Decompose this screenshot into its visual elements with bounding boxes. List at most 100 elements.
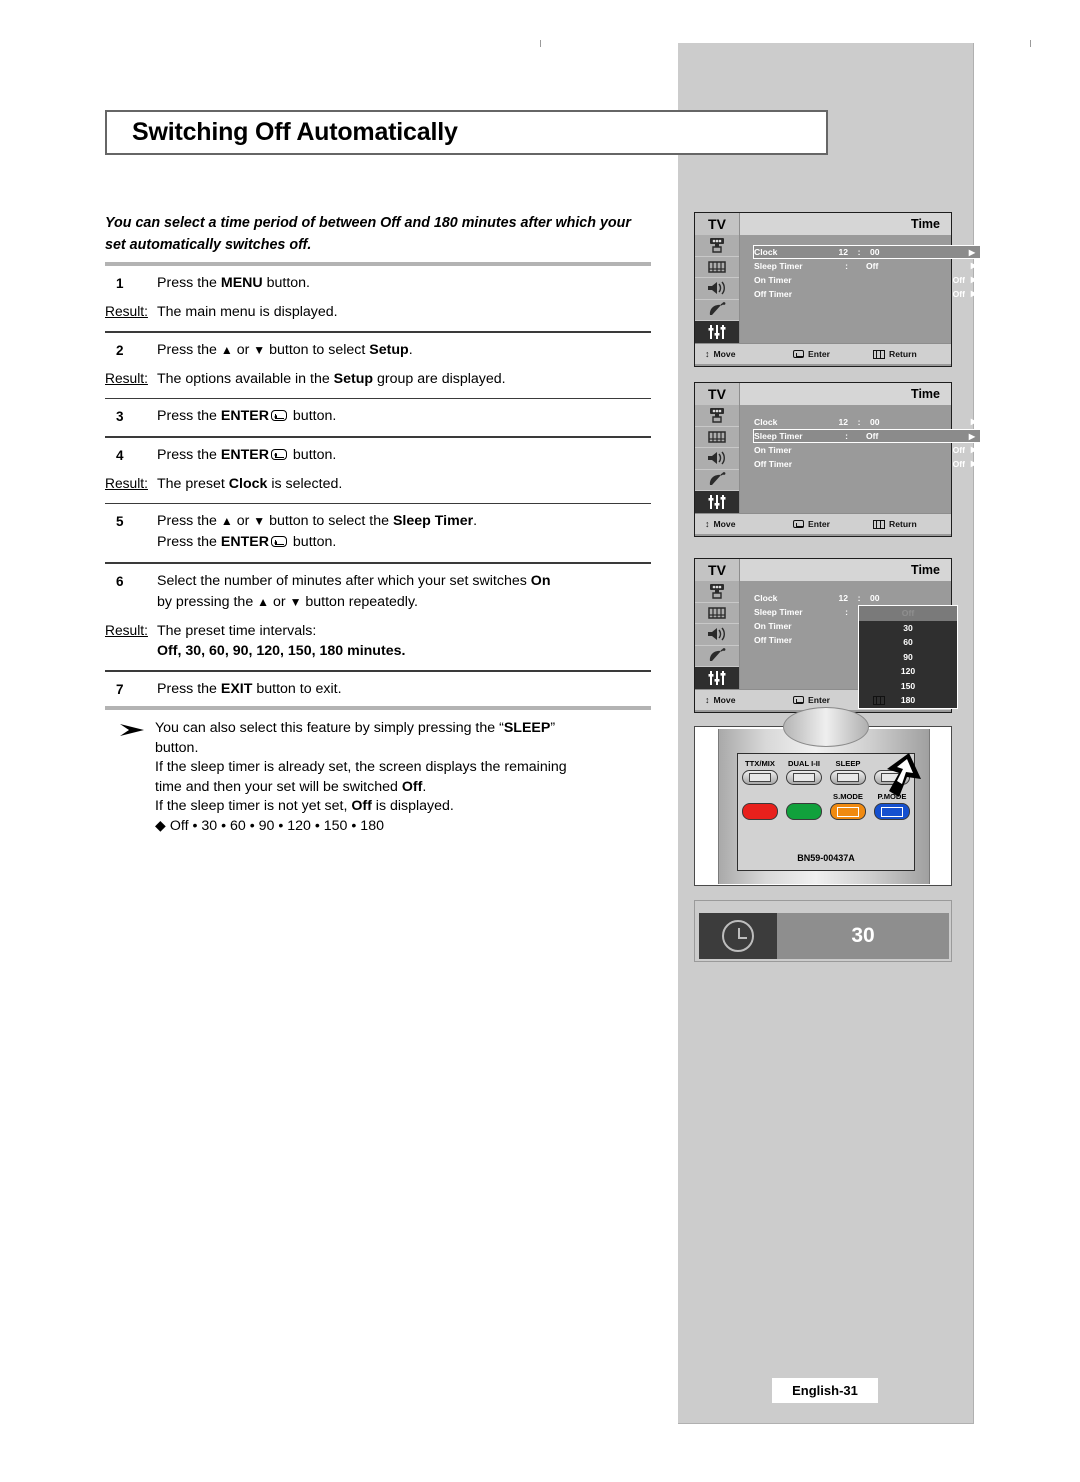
osd-item-clock[interactable]: Clock 12:00 bbox=[754, 591, 982, 604]
remote-color-button[interactable] bbox=[742, 803, 778, 820]
osd-footer-move[interactable]: ↕ Move bbox=[705, 519, 793, 529]
osd-footer-move[interactable]: ↕ Move bbox=[705, 695, 793, 705]
step-number: 1 bbox=[116, 276, 124, 291]
remote-color-button[interactable] bbox=[830, 803, 866, 820]
dropdown-option[interactable]: Off bbox=[859, 606, 957, 621]
step-text: Press the EXIT button to exit. bbox=[157, 680, 342, 697]
dropdown-option[interactable]: 90 bbox=[859, 650, 957, 665]
note-line: button. bbox=[155, 739, 199, 756]
osd-picture-icon[interactable] bbox=[695, 427, 739, 449]
osd-item-clock[interactable]: Clock 12:00 ▶ bbox=[753, 245, 981, 259]
osd-sidebar bbox=[695, 405, 740, 513]
osd-footer-return[interactable]: Return bbox=[873, 519, 917, 529]
note-text: You can also select this feature by simp… bbox=[155, 719, 567, 837]
osd-channel-dish-icon[interactable] bbox=[695, 300, 739, 322]
note-line: You can also select this feature by simp… bbox=[155, 720, 556, 736]
step-result-text: The options available in the Setup group… bbox=[157, 370, 506, 387]
osd-sound-icon[interactable] bbox=[695, 448, 739, 470]
remote-button-label bbox=[782, 792, 826, 801]
step-number: 3 bbox=[116, 409, 124, 425]
enter-icon bbox=[793, 520, 804, 528]
osd-input-source-icon[interactable] bbox=[695, 235, 739, 257]
step-number: 6 bbox=[116, 573, 124, 589]
step-result-label: Result: bbox=[105, 622, 148, 638]
clock-icon bbox=[699, 913, 777, 959]
osd-sound-icon[interactable] bbox=[695, 278, 739, 300]
osd-source-label: TV bbox=[695, 213, 740, 235]
steps-table: 1 Press the MENU button. Result: The main m… bbox=[105, 262, 651, 711]
osd-item-off-timer[interactable]: Off Timer Off ▶ bbox=[754, 457, 982, 470]
osd-menu-list: Clock 12:00 ▶ Sleep Timer: Off ▶ On Timer Off ▶ O… bbox=[740, 405, 981, 513]
osd-panel-clock-selected: TV Time Clock 12:00 ▶ Sleep Timer: Off ▶ On Time… bbox=[694, 212, 981, 367]
return-icon bbox=[873, 695, 885, 705]
osd-item-sleep-timer[interactable]: Sleep Timer: Off ▶ bbox=[753, 429, 981, 443]
step-row: 7 Press the EXIT button to exit. bbox=[105, 672, 651, 709]
osd-source-label: TV bbox=[695, 559, 740, 581]
step-text: Press the MENU button. bbox=[157, 275, 310, 291]
step-result-text: The main menu is displayed. bbox=[157, 304, 338, 320]
note-line: time and then your set will be switched … bbox=[155, 778, 427, 795]
remote-button-label: S.MODE bbox=[833, 792, 863, 801]
osd-footer-enter[interactable]: Enter bbox=[793, 349, 873, 359]
page-footer-label: English-31 bbox=[792, 1383, 858, 1398]
step-number: 7 bbox=[116, 681, 124, 697]
step-text: Press the ENTER button. bbox=[157, 446, 337, 463]
osd-setup-sliders-icon[interactable] bbox=[695, 321, 739, 343]
remote-dome bbox=[783, 707, 869, 747]
step-text: Select the number of minutes after which… bbox=[157, 572, 551, 610]
osd-footer-enter[interactable]: Enter bbox=[793, 519, 873, 529]
remote-model-number: BN59-00437A bbox=[797, 853, 855, 863]
remote-button-glyph bbox=[837, 806, 859, 817]
dropdown-option[interactable]: 150 bbox=[859, 679, 957, 694]
osd-channel-dish-icon[interactable] bbox=[695, 646, 739, 668]
step-result-label: Result: bbox=[105, 370, 148, 386]
osd-item-on-timer[interactable]: On Timer Off ▶ bbox=[754, 443, 982, 456]
osd-item-off-timer[interactable]: Off Timer Off ▶ bbox=[754, 287, 982, 300]
osd-item-on-timer[interactable]: On Timer Off ▶ bbox=[754, 273, 982, 286]
note-block: You can also select this feature by simp… bbox=[105, 706, 651, 837]
step-result-label: Result: bbox=[105, 475, 148, 491]
sleep-timer-dropdown[interactable]: Off 30 60 90 120 150 180 bbox=[858, 605, 958, 709]
osd-input-source-icon[interactable] bbox=[695, 581, 739, 603]
sleep-timer-display: 30 bbox=[694, 900, 952, 962]
osd-sound-icon[interactable] bbox=[695, 624, 739, 646]
page-title: Switching Off Automatically bbox=[132, 118, 458, 146]
remote-gray-button[interactable] bbox=[742, 770, 778, 785]
osd-picture-icon[interactable] bbox=[695, 257, 739, 279]
osd-channel-dish-icon[interactable] bbox=[695, 470, 739, 492]
osd-item-clock[interactable]: Clock 12:00 ▶ bbox=[754, 415, 982, 428]
enter-icon bbox=[270, 448, 287, 460]
note-line: ◆ Off • 30 • 60 • 90 • 120 • 150 • 180 bbox=[155, 817, 384, 834]
note-line: If the sleep timer is not yet set, Off i… bbox=[155, 798, 454, 815]
remote-color-button[interactable] bbox=[786, 803, 822, 820]
crop-tick-top-right bbox=[1030, 40, 1031, 47]
osd-setup-sliders-icon[interactable] bbox=[695, 667, 739, 689]
step-text: Press the ▲ or ▼ button to select the Sl… bbox=[157, 513, 478, 551]
step-number: 4 bbox=[116, 447, 124, 463]
step-row: 2 Press the ▲ or ▼ button to select Setup… bbox=[105, 333, 651, 398]
step-result-label: Result: bbox=[105, 304, 148, 319]
remote-gray-button[interactable] bbox=[830, 770, 866, 785]
step-result-text: The preset time intervals: Off, 30, 60, 9… bbox=[157, 622, 406, 659]
osd-input-source-icon[interactable] bbox=[695, 405, 739, 427]
remote-body: TTX/MIX DUAL I-II SLEEP S.MODE P.MODE BN59-… bbox=[718, 707, 930, 884]
dropdown-option[interactable]: 30 bbox=[859, 621, 957, 636]
osd-footer-return[interactable]: Return bbox=[873, 349, 917, 359]
remote-button-glyph bbox=[793, 773, 815, 782]
osd-setup-sliders-icon[interactable] bbox=[695, 491, 739, 513]
osd-item-sleep-timer[interactable]: Sleep Timer: Off ▶ bbox=[754, 259, 982, 272]
remote-button-label: SLEEP bbox=[835, 759, 861, 768]
dropdown-option[interactable]: 60 bbox=[859, 635, 957, 650]
enter-icon bbox=[793, 696, 804, 704]
step-row: 4 Press the ENTER button. Result: The prese… bbox=[105, 438, 651, 503]
osd-menu-list: Clock 12:00 ▶ Sleep Timer: Off ▶ On Timer Off ▶ O… bbox=[740, 235, 981, 343]
remote-button-glyph bbox=[749, 773, 771, 782]
return-icon bbox=[873, 519, 885, 529]
arrow-note-icon bbox=[105, 719, 155, 837]
osd-footer-move[interactable]: ↕ Move bbox=[705, 349, 793, 359]
dropdown-option[interactable]: 120 bbox=[859, 664, 957, 679]
osd-sidebar bbox=[695, 235, 740, 343]
step-row: 1 Press the MENU button. Result: The main m… bbox=[105, 266, 651, 331]
osd-picture-icon[interactable] bbox=[695, 603, 739, 625]
remote-gray-button[interactable] bbox=[786, 770, 822, 785]
